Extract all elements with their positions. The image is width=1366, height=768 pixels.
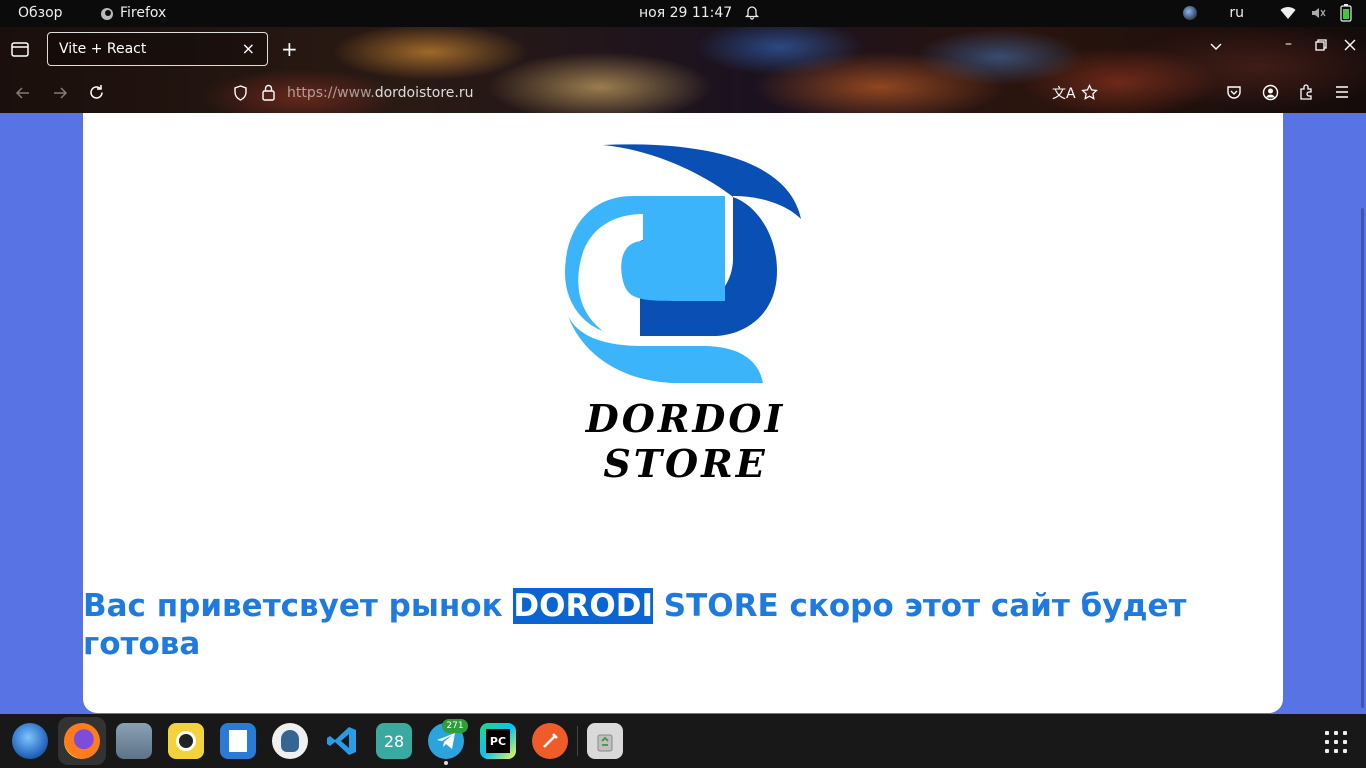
notification-bell-icon xyxy=(744,4,760,25)
show-apps-icon[interactable] xyxy=(1325,731,1347,753)
lock-icon[interactable] xyxy=(262,84,275,101)
tab-bar: Vite + React × + – xyxy=(0,27,1366,71)
firefox-dock-icon[interactable] xyxy=(64,723,100,759)
telegram-unread-badge: 271 xyxy=(442,719,468,733)
activities-button[interactable]: Обзор xyxy=(18,5,63,22)
thunderbird-icon[interactable] xyxy=(12,723,48,759)
url-protocol: https://www. xyxy=(287,85,375,101)
page-scrollbar[interactable] xyxy=(1361,208,1364,708)
welcome-heading: Вас приветсвует рынок DORODI STORE скоро… xyxy=(83,587,1263,663)
firefox-view-icon[interactable] xyxy=(10,39,30,59)
tab-title: Vite + React xyxy=(59,41,147,57)
url-domain: dordoistore.ru xyxy=(374,85,474,101)
keyboard-layout[interactable]: ru xyxy=(1229,5,1244,21)
browser-chrome: Vite + React × + – https://www.dordoisto… xyxy=(0,27,1366,113)
back-arrow-icon[interactable] xyxy=(15,85,31,101)
account-icon[interactable] xyxy=(1262,84,1279,101)
page-viewport: DORDOI STORE Вас приветсвует рынок DOROD… xyxy=(0,113,1366,714)
bookmark-star-icon[interactable] xyxy=(1081,84,1098,101)
battery-icon xyxy=(1340,4,1352,22)
extensions-icon[interactable] xyxy=(1298,83,1315,100)
url-text[interactable]: https://www.dordoistore.ru xyxy=(287,85,474,101)
pgadmin-icon[interactable] xyxy=(272,723,308,759)
pycharm-icon[interactable]: PC xyxy=(480,723,516,759)
navigation-toolbar: https://www.dordoistore.ru 文A xyxy=(0,73,1366,113)
running-indicator xyxy=(444,761,448,765)
tab-active[interactable]: Vite + React × xyxy=(47,32,268,66)
files-icon[interactable] xyxy=(116,723,152,759)
minimize-button[interactable]: – xyxy=(1285,36,1292,52)
list-all-tabs-icon[interactable] xyxy=(1209,39,1223,53)
highlighted-text: DORODI xyxy=(513,588,653,624)
firefox-icon xyxy=(101,7,113,20)
pocket-icon[interactable] xyxy=(1226,84,1242,100)
system-top-bar: Обзор Firefox ноя 29 11:47 ru xyxy=(0,0,1366,27)
close-window-button[interactable] xyxy=(1344,39,1356,51)
shield-icon[interactable] xyxy=(233,85,248,101)
wifi-icon xyxy=(1280,7,1296,20)
rhythmbox-icon[interactable] xyxy=(168,723,204,759)
libreoffice-writer-icon[interactable] xyxy=(220,723,256,759)
dordoi-store-logo xyxy=(565,144,801,383)
postman-icon[interactable] xyxy=(532,723,568,759)
app-indicator-icon[interactable] xyxy=(1183,6,1198,20)
address-bar[interactable]: https://www.dordoistore.ru 文A xyxy=(224,78,1114,108)
trash-icon[interactable] xyxy=(587,723,623,759)
clock[interactable]: ноя 29 11:47 xyxy=(639,5,732,22)
tab-close-icon[interactable]: × xyxy=(242,39,255,58)
calendar-icon[interactable]: 28 xyxy=(376,723,412,759)
translate-icon[interactable]: 文A xyxy=(1052,83,1076,103)
dock-separator xyxy=(577,726,578,756)
welcome-text-start: Вас приветсвует рынок xyxy=(83,588,514,624)
app-menu[interactable]: Firefox xyxy=(100,5,166,22)
system-tray[interactable]: ru xyxy=(1183,4,1352,22)
restore-button[interactable] xyxy=(1315,39,1327,51)
logo-wordmark: DORDOI STORE xyxy=(585,396,786,486)
dock: 28 271 PC xyxy=(0,714,1366,768)
menu-hamburger-icon[interactable] xyxy=(1335,85,1349,99)
new-tab-button[interactable]: + xyxy=(281,37,298,61)
forward-arrow-icon[interactable] xyxy=(52,85,68,101)
app-name: Firefox xyxy=(120,5,167,21)
reload-icon[interactable] xyxy=(88,84,105,101)
vscode-icon[interactable] xyxy=(324,723,360,759)
content-card: DORDOI STORE Вас приветсвует рынок DOROD… xyxy=(83,113,1283,713)
volume-muted-icon xyxy=(1312,8,1326,18)
pycharm-label: PC xyxy=(486,729,510,753)
